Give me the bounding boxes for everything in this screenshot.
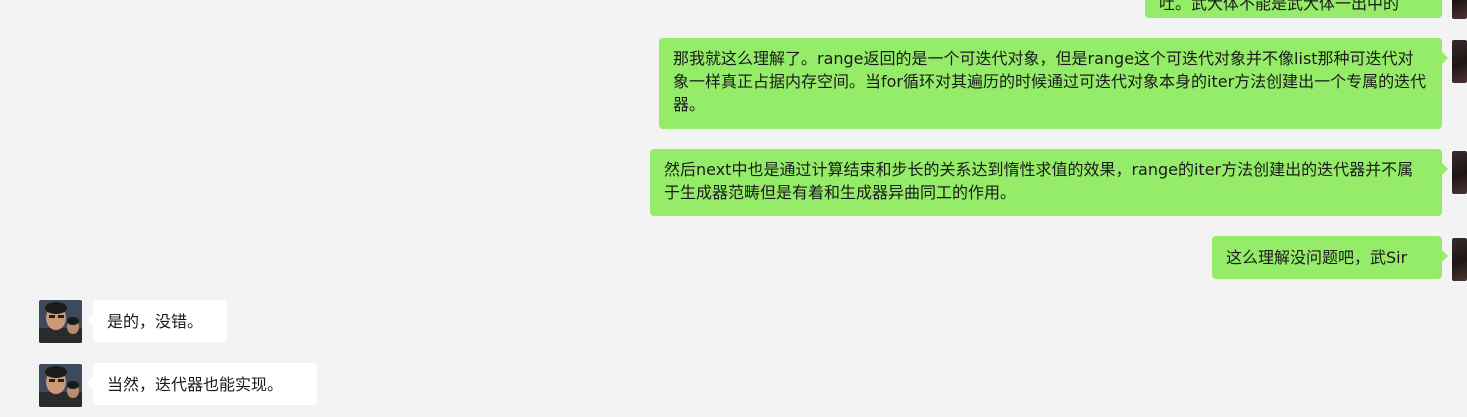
contact-avatar-photo-icon [39,300,82,343]
self-avatar[interactable] [1452,0,1467,19]
message-text: 是的，没错。 [107,312,204,331]
message-bubble-self[interactable]: 吐。武大体不能是武大体一出中的 [1145,0,1442,18]
self-avatar[interactable] [1452,238,1467,281]
message-text: 当然，迭代器也能实现。 [107,375,284,394]
message-bubble-self[interactable]: 然后next中也是通过计算结束和步长的关系达到惰性求值的效果，range的ite… [650,149,1448,216]
contact-avatar[interactable] [39,300,82,343]
message-bubble-self[interactable]: 那我就这么理解了。range返回的是一个可迭代对象，但是range这个可迭代对象… [659,38,1448,129]
contact-avatar[interactable] [39,364,82,407]
message-text: 这么理解没问题吧，武Sir [1226,248,1408,267]
message-bubble-self[interactable]: 这么理解没问题吧，武Sir [1212,236,1448,279]
self-avatar[interactable] [1452,151,1467,194]
message-text: 吐。武大体不能是武大体一出中的 [1159,0,1400,13]
contact-avatar-photo-icon [39,364,82,407]
message-text: 然后next中也是通过计算结束和步长的关系达到惰性求值的效果，range的ite… [664,160,1414,202]
message-bubble-other[interactable]: 当然，迭代器也能实现。 [87,363,317,405]
self-avatar[interactable] [1452,40,1467,83]
message-text: 那我就这么理解了。range返回的是一个可迭代对象，但是range这个可迭代对象… [673,49,1427,114]
message-bubble-other[interactable]: 是的，没错。 [87,300,227,342]
